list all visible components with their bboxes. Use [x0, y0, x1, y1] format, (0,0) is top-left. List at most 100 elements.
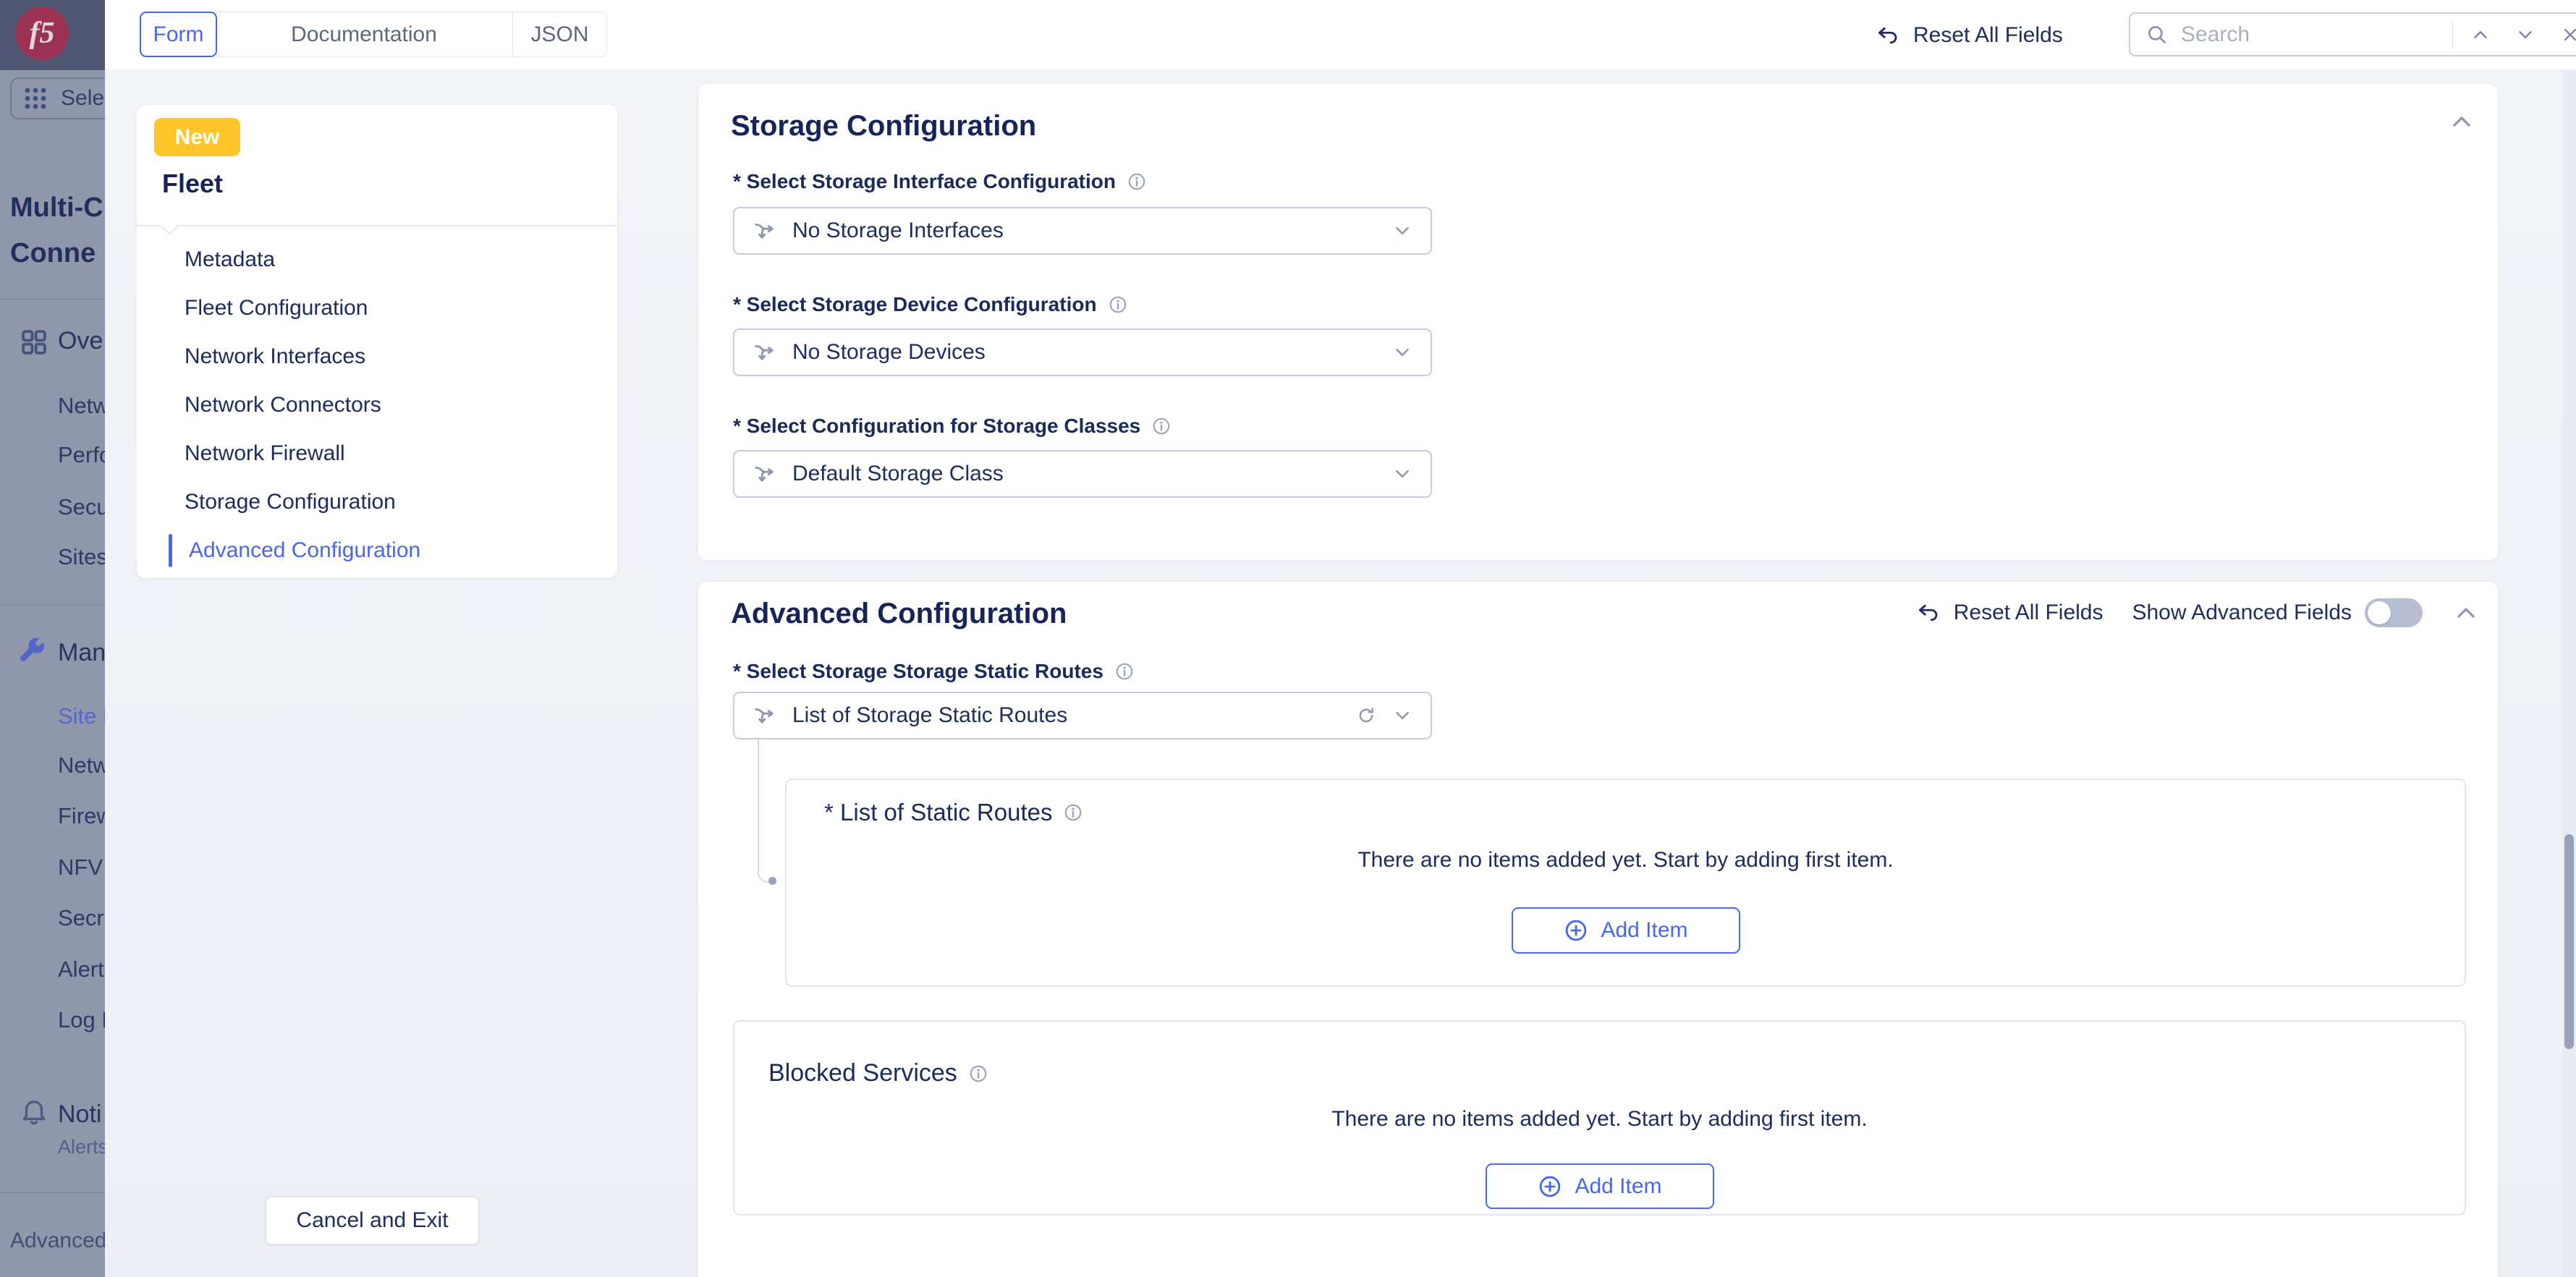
- static-routes-field-label: * Select Storage Storage Static Routes: [733, 660, 1103, 683]
- chevron-down-icon: [1391, 341, 1413, 363]
- field-label: * Select Configuration for Storage Class…: [733, 414, 1172, 438]
- sidebar-item-site-management: Site M: [58, 703, 105, 729]
- static-routes-dropdown[interactable]: List of Storage Static Routes: [733, 692, 1432, 739]
- screen: f5 Sele Multi-C Conne Ove Netw Perfo Sec…: [0, 0, 2576, 1277]
- wizard-nav-network-interfaces[interactable]: Network Interfaces: [185, 344, 420, 370]
- search-prev-button[interactable]: [2463, 17, 2498, 52]
- refresh-icon[interactable]: [1355, 705, 1377, 726]
- blocked-services-card: Blocked Services There are no items adde…: [733, 1020, 2466, 1216]
- wizard-nav-fleet-configuration[interactable]: Fleet Configuration: [185, 295, 420, 321]
- reset-all-fields-button[interactable]: Reset All Fields: [1874, 0, 2063, 70]
- blocked-services-title: Blocked Services: [768, 1059, 957, 1087]
- new-badge: New: [154, 118, 240, 156]
- sidebar-group-manage: Man: [58, 639, 105, 667]
- advanced-configuration-card: Advanced Configuration Reset All Fields …: [698, 582, 2498, 1277]
- storage-collapse-button[interactable]: [2447, 107, 2476, 136]
- storage-configuration-card: Storage Configuration * Select Storage I…: [698, 84, 2498, 560]
- tab-json[interactable]: JSON: [512, 12, 607, 57]
- scrollbar-track[interactable]: [2562, 70, 2576, 1277]
- sidebar-item-secrets: Secre: [58, 905, 105, 931]
- sidebar-divider: [0, 1192, 105, 1193]
- wizard-nav-divider: [137, 225, 617, 226]
- chevron-up-icon: [2452, 598, 2480, 627]
- wizard-nav-network-connectors[interactable]: Network Connectors: [185, 392, 420, 418]
- cancel-and-exit-button[interactable]: Cancel and Exit: [265, 1196, 480, 1245]
- tab-form[interactable]: Form: [140, 12, 217, 57]
- plus-circle-icon: [1563, 917, 1589, 943]
- search-input[interactable]: [2179, 22, 2442, 48]
- sidebar-divider: [0, 299, 105, 300]
- wrench-icon: [17, 634, 51, 667]
- sidebar-item-nfv: NFV: [58, 854, 103, 881]
- nested-connector-dot: [768, 877, 776, 885]
- field-label: * Select Storage Storage Static Routes: [733, 659, 1135, 684]
- search-next-button[interactable]: [2508, 17, 2543, 52]
- sidebar-item-alerts: Alert: [58, 956, 104, 983]
- wizard-nav-metadata[interactable]: Metadata: [185, 247, 420, 273]
- chevron-up-icon: [2470, 24, 2491, 46]
- info-icon[interactable]: [1062, 802, 1084, 823]
- bell-icon: [19, 1095, 49, 1126]
- dropdown-value: Default Storage Class: [792, 462, 1376, 486]
- info-icon[interactable]: [967, 1063, 989, 1085]
- logo-box: f5: [0, 0, 105, 70]
- add-item-button[interactable]: Add Item: [1512, 907, 1740, 954]
- storage-classes-dropdown[interactable]: Default Storage Class: [733, 450, 1432, 498]
- sidebar-divider: [0, 604, 105, 605]
- info-icon[interactable]: [1151, 415, 1172, 437]
- empty-list-message: There are no items added yet. Start by a…: [787, 848, 2465, 873]
- chevron-down-icon: [1391, 220, 1413, 242]
- field-label: * Select Storage Interface Configuration: [733, 169, 1148, 194]
- storage-device-label: * Select Storage Device Configuration: [733, 293, 1097, 316]
- wizard-content: New Fleet Metadata Fleet Configuration N…: [105, 70, 2576, 1277]
- info-icon[interactable]: [1126, 171, 1148, 192]
- select-type-icon: [752, 340, 776, 365]
- empty-list-message: There are no items added yet. Start by a…: [734, 1107, 2465, 1132]
- add-item-label: Add Item: [1601, 918, 1687, 943]
- static-routes-list-title: * List of Static Routes: [824, 799, 1052, 826]
- show-advanced-fields-label: Show Advanced Fields: [2132, 601, 2352, 625]
- show-advanced-fields-control: Show Advanced Fields: [2132, 598, 2423, 627]
- scrollbar-thumb[interactable]: [2564, 834, 2574, 1049]
- grid-9-icon: [22, 85, 49, 112]
- sidebar-item-performance: Perfo: [58, 442, 105, 468]
- field-label: * Select Storage Device Configuration: [733, 292, 1129, 317]
- select-type-icon: [752, 462, 776, 486]
- chevron-down-icon: [2514, 24, 2536, 46]
- add-item-button[interactable]: Add Item: [1486, 1163, 1714, 1209]
- advanced-section-title: Advanced Configuration: [731, 598, 1067, 630]
- reset-all-fields-label: Reset All Fields: [1913, 23, 2063, 48]
- sidebar-group-overview: Ove: [58, 327, 103, 355]
- sidebar-notifications-label: Noti: [58, 1100, 101, 1129]
- static-routes-list-card: * List of Static Routes There are no ite…: [785, 778, 2466, 987]
- app-sidebar: f5 Sele Multi-C Conne Ove Netw Perfo Sec…: [0, 0, 105, 1277]
- storage-interface-dropdown[interactable]: No Storage Interfaces: [733, 207, 1432, 255]
- wizard-nav-storage-configuration[interactable]: Storage Configuration: [185, 489, 420, 515]
- select-service-label: Sele: [61, 86, 104, 111]
- info-icon[interactable]: [1107, 294, 1129, 315]
- wizard-nav-advanced-configuration[interactable]: Advanced Configuration: [185, 538, 420, 564]
- storage-classes-label: * Select Configuration for Storage Class…: [733, 415, 1140, 438]
- undo-icon: [1874, 22, 1900, 48]
- sidebar-title: Multi-C Conne: [10, 185, 103, 276]
- select-type-icon: [752, 703, 776, 728]
- tab-documentation[interactable]: Documentation: [216, 12, 513, 57]
- storage-interface-label: * Select Storage Interface Configuration: [733, 170, 1116, 193]
- chevron-down-icon: [1391, 705, 1413, 726]
- add-item-label: Add Item: [1575, 1174, 1661, 1199]
- wizard-nav-network-firewall[interactable]: Network Firewall: [185, 441, 420, 467]
- advanced-reset-label: Reset All Fields: [1954, 601, 2103, 625]
- search-icon: [2145, 22, 2169, 47]
- static-routes-list-title-row: * List of Static Routes: [824, 799, 1084, 826]
- wizard-toolbar: Form Documentation JSON Reset All Fields: [105, 0, 2576, 70]
- info-icon[interactable]: [1114, 661, 1135, 682]
- advanced-reset-all-fields-button[interactable]: Reset All Fields: [1915, 600, 2103, 626]
- caret-notch-icon: [160, 216, 179, 235]
- wizard-nav-list: Metadata Fleet Configuration Network Int…: [185, 247, 420, 564]
- dropdown-value: List of Storage Static Routes: [792, 703, 1339, 728]
- search-close-button[interactable]: [2553, 17, 2576, 52]
- sidebar-notifications-sublabel: Alerts: [58, 1136, 105, 1158]
- storage-device-dropdown[interactable]: No Storage Devices: [733, 328, 1432, 376]
- show-advanced-fields-toggle[interactable]: [2365, 598, 2423, 627]
- advanced-collapse-button[interactable]: [2452, 598, 2480, 627]
